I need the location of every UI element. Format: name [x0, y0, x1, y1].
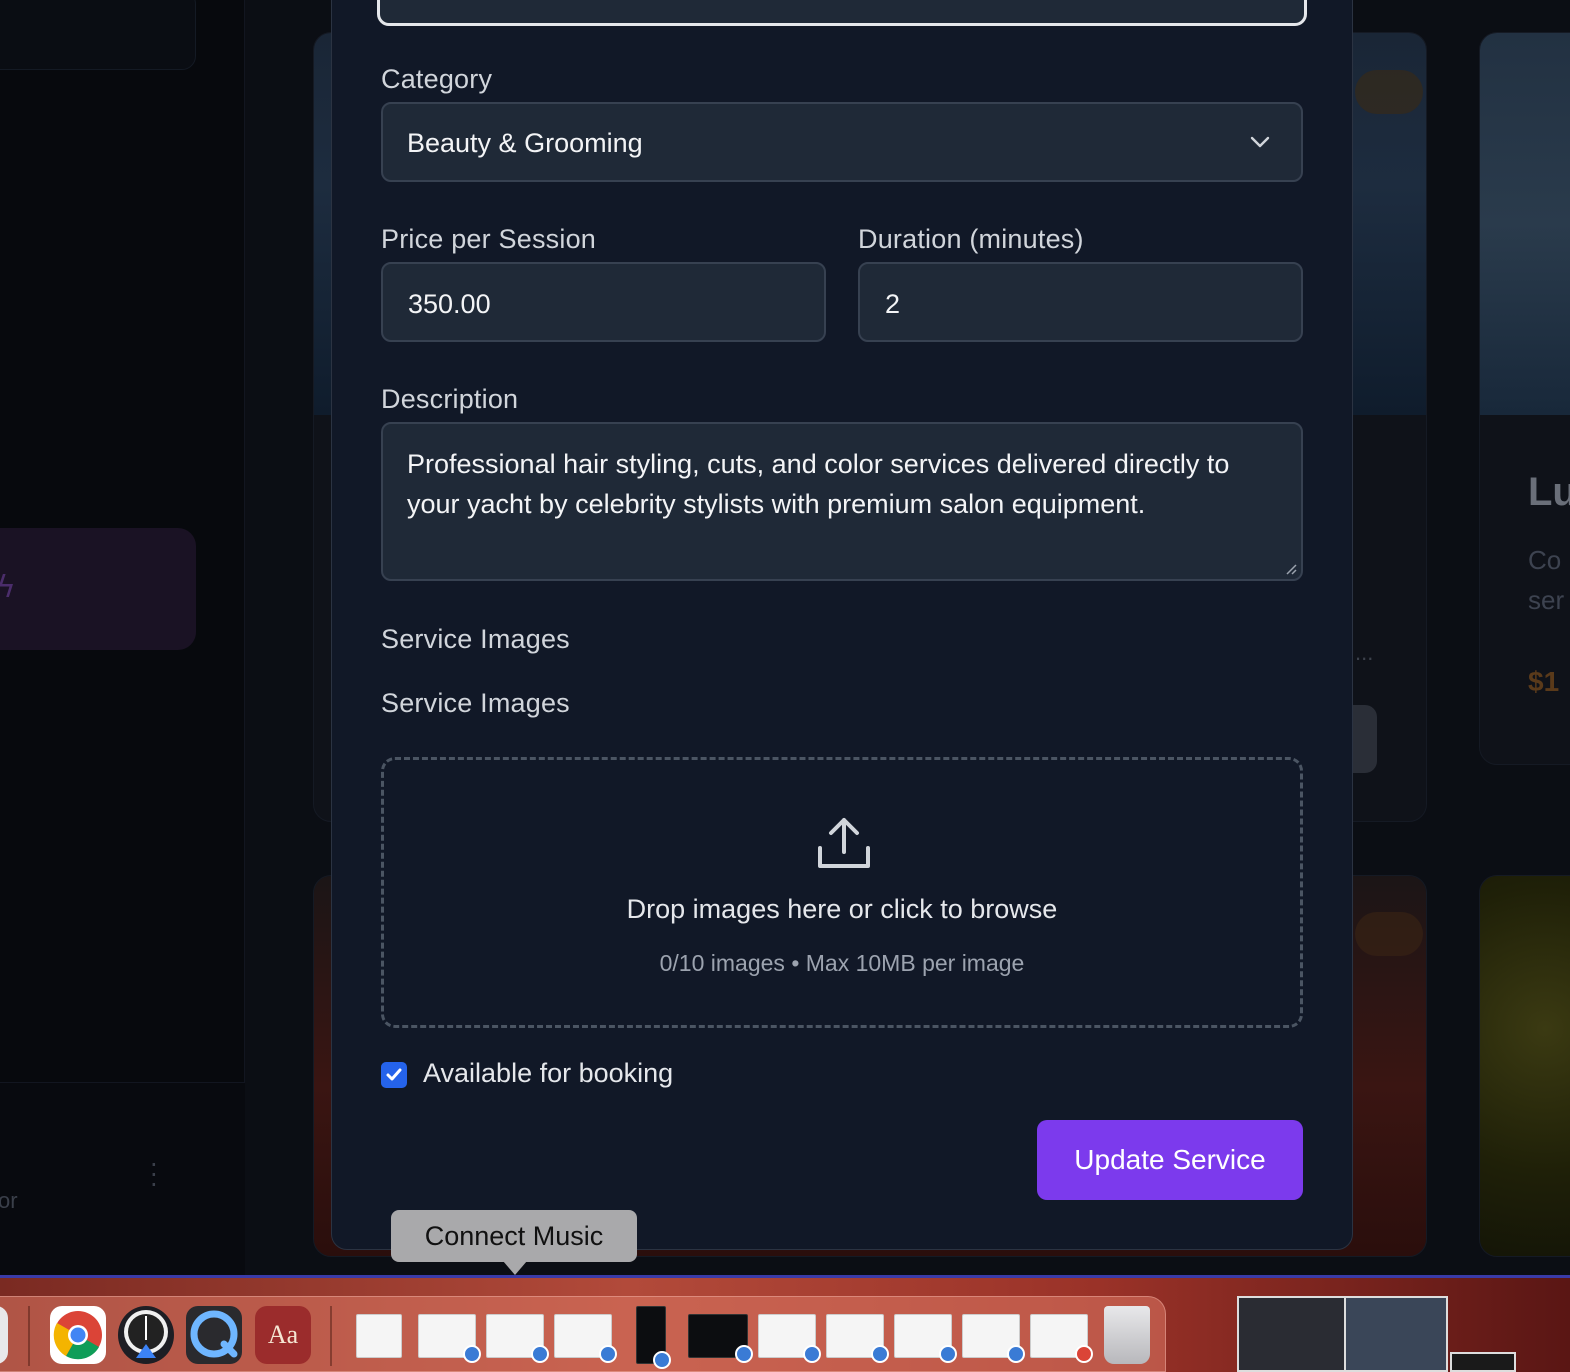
chrome-badge-icon [1075, 1345, 1093, 1363]
tooltip-arrow [503, 1261, 527, 1275]
quicktime-badge-icon [735, 1345, 753, 1363]
resize-handle-icon[interactable] [1283, 561, 1297, 575]
price-value: 350.00 [408, 289, 491, 319]
screenshot-preview[interactable] [1450, 1352, 1516, 1372]
service-card [1479, 875, 1570, 1257]
description-value: Professional hair styling, cuts, and col… [407, 449, 1230, 519]
sidebar-footer [0, 1082, 245, 1275]
trash-icon[interactable] [1104, 1306, 1150, 1364]
name-input[interactable] [377, 0, 1307, 26]
window-thumbnail[interactable] [356, 1314, 402, 1358]
window-thumbnail[interactable] [554, 1314, 617, 1363]
available-label[interactable]: Available for booking [423, 1058, 673, 1089]
chrome-logo [53, 1311, 102, 1360]
card-badge [1355, 70, 1423, 114]
service-card [1479, 32, 1570, 765]
sidebar-footer-text: or [0, 1188, 18, 1213]
preview-badge-icon [871, 1345, 889, 1363]
quicktime-logo [190, 1310, 238, 1358]
instruments-logo [124, 1310, 168, 1358]
category-select[interactable]: Beauty & Grooming [381, 102, 1303, 182]
card-image [1480, 876, 1570, 1256]
chevron-down-icon [1250, 136, 1270, 148]
dictionary-icon[interactable]: Aa [255, 1306, 311, 1364]
screenshot-preview[interactable] [1344, 1296, 1448, 1372]
app-icon[interactable] [0, 1306, 8, 1364]
window-thumbnail[interactable] [894, 1314, 957, 1363]
finder-badge-icon [463, 1345, 481, 1363]
card-button [1352, 705, 1377, 773]
sidebar-promo-card [0, 528, 196, 650]
instruments-icon[interactable] [118, 1306, 174, 1364]
card-title: Lu [1528, 470, 1570, 514]
preview-badge-icon [939, 1345, 957, 1363]
dock-separator [28, 1306, 30, 1366]
window-thumbnail[interactable] [826, 1314, 889, 1363]
duration-input[interactable]: 2 [858, 262, 1303, 342]
card-description: Co ser [1528, 540, 1564, 620]
window-thumbnail[interactable] [486, 1314, 549, 1363]
price-label: Price per Session [381, 224, 596, 254]
image-dropzone[interactable]: Drop images here or click to browse 0/10… [381, 757, 1303, 1028]
duration-label: Duration (minutes) [858, 224, 1084, 254]
description-textarea[interactable]: Professional hair styling, cuts, and col… [381, 422, 1303, 581]
window-thumbnail[interactable] [962, 1314, 1025, 1363]
window-thumbnail[interactable] [758, 1314, 821, 1363]
quicktime-badge-icon [653, 1351, 671, 1369]
service-images-heading: Service Images [381, 624, 570, 654]
card-description-line: ser [1528, 585, 1565, 615]
finder-badge-icon [599, 1345, 617, 1363]
window-thumbnail[interactable] [418, 1314, 481, 1363]
update-service-button[interactable]: Update Service [1037, 1120, 1303, 1200]
card-description-line: Co [1528, 545, 1562, 575]
check-icon [386, 1068, 402, 1081]
card-image [1480, 33, 1570, 415]
preview-badge-icon [1007, 1345, 1025, 1363]
chrome-icon[interactable] [50, 1306, 106, 1364]
dock-separator [330, 1306, 332, 1366]
bolt-icon: ϟ [0, 570, 16, 605]
dropzone-subtitle: 0/10 images • Max 10MB per image [659, 950, 1025, 976]
category-value: Beauty & Grooming [407, 128, 643, 158]
sidebar-card [0, 0, 196, 70]
quicktime-icon[interactable] [186, 1306, 242, 1364]
duration-value: 2 [885, 289, 901, 319]
window-thumbnail[interactable] [636, 1306, 671, 1369]
screenshot-preview[interactable] [1237, 1296, 1349, 1372]
card-badge [1355, 912, 1423, 956]
finder-badge-icon [531, 1345, 549, 1363]
card-price: $1 [1528, 666, 1560, 697]
description-label: Description [381, 384, 519, 414]
service-images-label: Service Images [381, 688, 570, 718]
window-thumbnail[interactable] [1030, 1314, 1093, 1363]
upload-icon [818, 818, 870, 868]
card-ellipsis: ... [1355, 640, 1374, 665]
dock-tooltip: Connect Music [391, 1210, 637, 1262]
available-checkbox[interactable] [381, 1062, 407, 1088]
price-input[interactable]: 350.00 [381, 262, 826, 342]
dropzone-title: Drop images here or click to browse [626, 894, 1058, 924]
preview-badge-icon [803, 1345, 821, 1363]
category-label: Category [381, 64, 493, 94]
window-thumbnail[interactable] [688, 1314, 753, 1363]
more-vertical-icon: · · · [150, 1151, 158, 1199]
